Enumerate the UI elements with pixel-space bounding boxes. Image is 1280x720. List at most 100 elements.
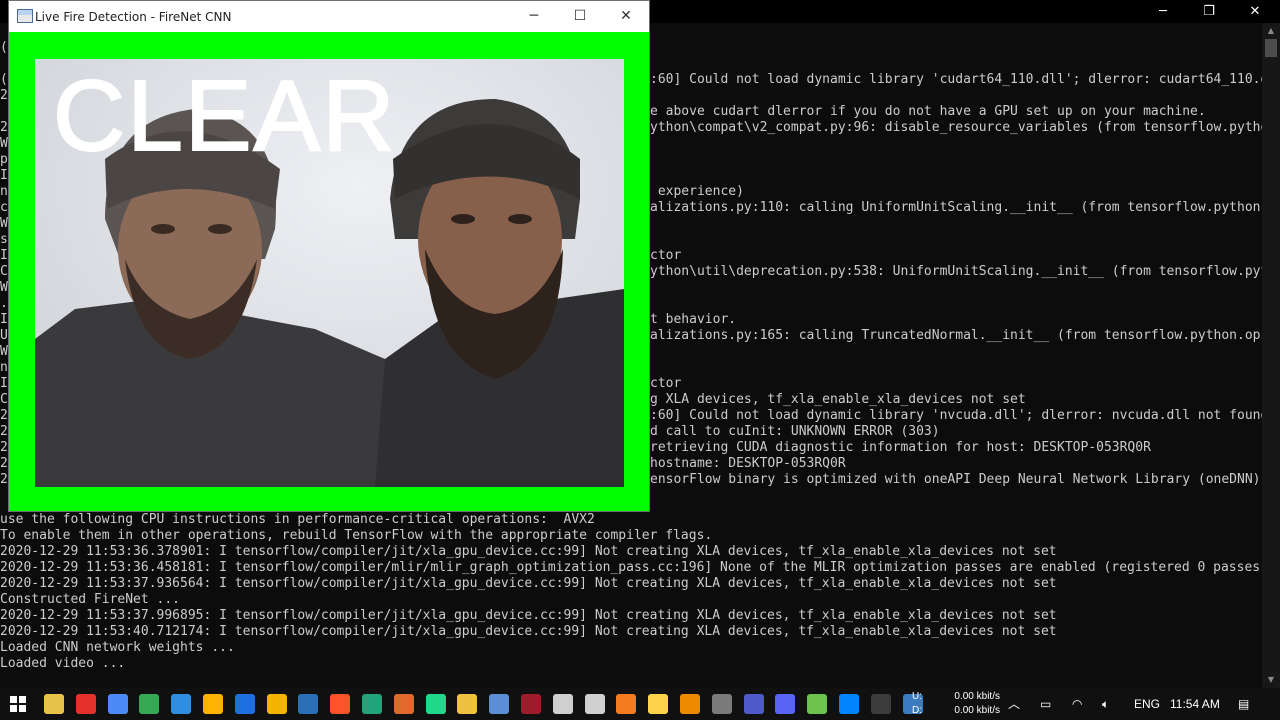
console-line-fragment: t behavior. [650,312,737,327]
edge-icon[interactable] [171,694,192,714]
console-line-fragment [650,216,1262,232]
console-line: Loaded video ... [0,656,126,671]
mendeley-icon[interactable] [521,694,541,714]
chrome-icon[interactable] [107,694,128,714]
console-line-fragment: ython\compat\v2_compat.py:96: disable_re… [650,120,1262,135]
detection-status-label: CLEAR [52,59,397,173]
language-indicator[interactable]: ENG [1134,696,1160,712]
scroll-up-arrow-icon[interactable]: ▲ [1262,23,1280,39]
console-line-prefix: 2 [0,408,8,423]
close-button[interactable]: ✕ [603,1,649,32]
close-button[interactable]: ✕ [1232,0,1278,23]
console-line-prefix: W [0,216,8,231]
volume-icon[interactable]: 🔈︎ [1102,696,1109,712]
console-line-prefix: W [0,280,8,295]
console-line-fragment [650,232,1262,248]
console-line-prefix: I [0,376,8,391]
scrollbar[interactable]: ▲ ▼ [1262,23,1280,688]
console-line-fragment: experience) [650,184,744,199]
chrome-alt-icon[interactable] [139,694,160,714]
console-line-fragment: ctor [650,376,682,391]
console-line-fragment: ctor [650,248,682,263]
messenger-icon[interactable] [839,694,859,714]
console-line: 2020-12-29 11:53:37.996895: I tensorflow… [0,608,1057,623]
taskbar: U: D: 0.00 kbit/s 0.00 kbit/s ︿ ▭ ◠ 🔈︎ E… [0,688,1280,720]
console-line-fragment [650,168,1262,184]
console-line-fragment [650,152,1262,168]
console-line-prefix: I [0,168,8,183]
chrome-canary-icon[interactable] [266,694,287,714]
scroll-thumb[interactable] [1265,39,1277,57]
wifi-icon[interactable]: ◠ [1072,696,1082,712]
console-line-fragment: retrieving CUDA diagnostic information f… [650,440,1151,455]
console-line-fragment [650,136,1262,152]
console-line: 2020-12-29 11:53:36.458181: I tensorflow… [0,560,1262,575]
opera-icon[interactable] [75,694,96,714]
window-title: Live Fire Detection - FireNet CNN [35,10,232,24]
console-line-prefix: 2 [0,472,8,487]
notification-icon[interactable]: ▤ [1238,696,1249,712]
console-line-fragment [650,360,1262,376]
console-line-fragment: d call to cuInit: UNKNOWN ERROR (303) [650,424,940,439]
app-icon[interactable] [711,694,732,714]
scroll-down-arrow-icon[interactable]: ▼ [1262,672,1280,688]
maximize-button[interactable]: ☐ [557,1,603,32]
console-line-prefix: ( [0,72,8,87]
console-line-prefix: s [0,232,8,247]
restore-button[interactable]: ❐ [1186,0,1232,23]
edge-dev-icon[interactable] [362,694,382,714]
console-line-prefix: 2 [0,120,8,135]
hex-editor-icon[interactable] [298,694,319,714]
matlab-icon[interactable] [393,694,414,714]
console-line: Constructed FireNet ... [0,592,181,607]
discord-icon[interactable] [775,694,796,714]
chat-icon[interactable] [807,694,828,714]
opencv-window: Live Fire Detection - FireNet CNN ─ ☐ ✕ [8,0,650,512]
sticky-notes-icon[interactable] [648,694,669,714]
vlc-icon[interactable] [680,694,700,714]
console-line-prefix: C [0,392,8,407]
brave-icon[interactable] [330,694,351,714]
console-line-prefix: p [0,152,8,167]
folder-icon[interactable] [457,694,478,714]
process-icon[interactable] [584,694,605,714]
opencv-titlebar[interactable]: Live Fire Detection - FireNet CNN ─ ☐ ✕ [9,1,649,32]
start-button[interactable] [10,696,26,712]
minimize-button[interactable]: ─ [511,1,557,32]
show-hidden-icons-icon[interactable]: ︿ [1008,696,1020,712]
file-explorer-icon[interactable] [44,694,64,714]
console-line-prefix: U [0,328,8,343]
console-line-prefix: n [0,184,8,199]
console-line-prefix: n [0,360,8,375]
console-line-prefix: . [0,296,8,311]
console-line-prefix: ( [0,40,8,55]
console-line: 2020-12-29 11:53:37.936564: I tensorflow… [0,576,1057,591]
console-line-prefix: W [0,344,8,359]
console-line-prefix: C [0,264,8,279]
console-line-fragment: hostname: DESKTOP-053RQ0R [650,456,846,471]
paint-icon[interactable] [203,694,223,714]
xampp-icon[interactable] [616,694,637,714]
console-line-fragment: g XLA devices, tf_xla_enable_xla_devices… [650,392,1026,407]
box-icon[interactable] [489,694,510,714]
teamviewer-icon[interactable] [234,694,255,714]
minimize-button[interactable]: ─ [1140,0,1186,23]
battery-icon[interactable]: ▭ [1040,696,1051,712]
console-line-fragment: ensorFlow binary is optimized with oneAP… [650,472,1262,487]
teams-icon[interactable] [743,694,764,714]
clock[interactable]: 11:54 AM [1170,696,1220,712]
pycharm-icon[interactable] [425,694,446,714]
terminal-icon[interactable] [870,694,891,714]
console-line-prefix: I [0,312,8,327]
network-speed: 0.00 kbit/s 0.00 kbit/s [936,690,1000,718]
console-line-fragment: :60] Could not load dynamic library 'cud… [650,72,1262,87]
console-line-prefix: W [0,136,8,151]
upload-label: U: [912,691,922,702]
console-line-fragment: ython\util\deprecation.py:538: UniformUn… [650,264,1262,279]
download-speed: 0.00 kbit/s [954,705,1000,716]
media-prev-icon[interactable] [552,694,573,714]
console-line: 2020-12-29 11:53:40.712174: I tensorflow… [0,624,1057,639]
network-labels: U: D: [912,690,922,718]
console-line-prefix: c [0,200,8,215]
console-line: 2020-12-29 11:53:36.378901: I tensorflow… [0,544,1057,559]
